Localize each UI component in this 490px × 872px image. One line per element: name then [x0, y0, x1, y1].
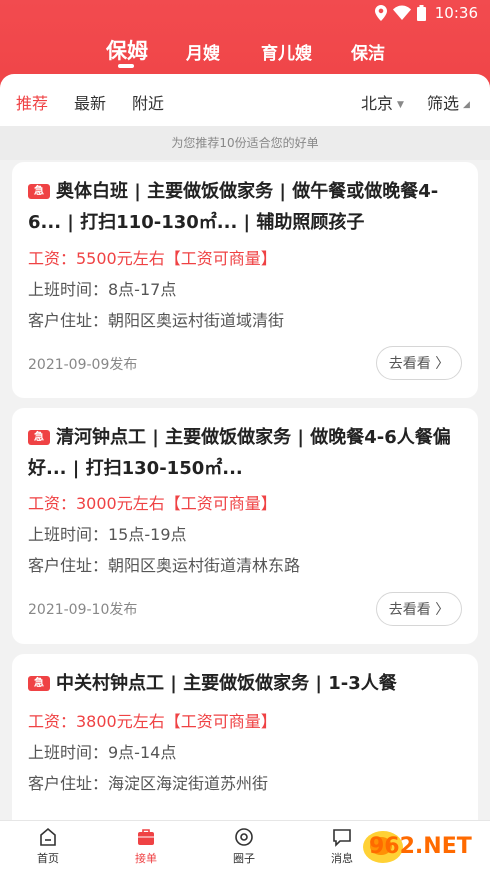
status-bar: 10:36: [0, 0, 490, 28]
recommend-hint: 为您推荐10份适合您的好单: [0, 126, 490, 160]
message-icon: [333, 829, 351, 847]
job-date: 2021-09-10发布: [28, 602, 138, 618]
location-icon: [375, 5, 387, 21]
job-title-text: 奥体白班 | 主要做饭做家务 | 做午餐或做晚餐4-6... | 打扫110-1…: [28, 181, 439, 233]
nav-messages-label: 消息: [331, 852, 353, 865]
job-card[interactable]: 急奥体白班 | 主要做饭做家务 | 做午餐或做晚餐4-6... | 打扫110-…: [12, 162, 478, 398]
tab-nanny[interactable]: 保姆: [106, 35, 148, 65]
home-icon: [40, 827, 56, 846]
city-selector[interactable]: 北京 ▼: [361, 90, 404, 114]
job-title: 急清河钟点工 | 主要做饭做家务 | 做晚餐4-6人餐偏好... | 打扫130…: [28, 422, 468, 484]
city-label: 北京: [361, 94, 394, 113]
nav-home[interactable]: 首页: [8, 827, 88, 866]
urgent-badge: 急: [28, 430, 50, 445]
wifi-icon: [393, 5, 411, 20]
battery-icon: [417, 5, 426, 21]
filter-button[interactable]: 筛选 ◢: [427, 90, 470, 114]
job-title-text: 中关村钟点工 | 主要做饭做家务 | 1-3人餐: [56, 673, 397, 694]
nav-circle[interactable]: 圈子: [204, 827, 284, 866]
urgent-badge: 急: [28, 184, 50, 199]
job-salary: 工资：3800元左右【工资可商量】: [28, 712, 277, 731]
job-hours: 上班时间：8点-17点: [28, 280, 177, 299]
filter-tab-latest[interactable]: 最新: [74, 90, 106, 114]
site-watermark: 962.NET 乐游网: [363, 831, 476, 871]
job-address: 客户住址：海淀区海淀街道苏州街: [28, 774, 269, 793]
corner-triangle-icon: ◢: [463, 99, 470, 110]
active-tab-indicator: [118, 64, 134, 68]
watermark-sub: 乐游网: [437, 856, 476, 871]
job-address: 客户住址：朝阳区奥运村街道域清街: [28, 311, 285, 330]
view-job-button[interactable]: 去看看 〉: [376, 346, 462, 380]
circle-icon: [235, 828, 253, 846]
nav-home-label: 首页: [37, 852, 59, 865]
job-hours: 上班时间：15点-19点: [28, 525, 187, 544]
job-title: 急奥体白班 | 主要做饭做家务 | 做午餐或做晚餐4-6... | 打扫110-…: [28, 176, 468, 238]
category-tabs: 保姆 月嫂 育儿嫂 保洁: [0, 33, 490, 73]
job-date: 2021-09-09发布: [28, 357, 138, 373]
filter-tab-nearby[interactable]: 附近: [132, 90, 164, 114]
job-salary: 工资：3000元左右【工资可商量】: [28, 494, 277, 513]
job-hours: 上班时间：9点-14点: [28, 743, 177, 762]
nav-orders-label: 接单: [135, 852, 157, 865]
filter-tab-recommended[interactable]: 推荐: [16, 90, 48, 114]
tab-maternity-nurse[interactable]: 月嫂: [186, 39, 220, 64]
filter-label: 筛选: [427, 94, 460, 113]
job-title-text: 清河钟点工 | 主要做饭做家务 | 做晚餐4-6人餐偏好... | 打扫130-…: [28, 427, 451, 479]
filter-bar: 推荐 最新 附近 北京 ▼ 筛选 ◢: [0, 74, 490, 126]
job-salary: 工资：5500元左右【工资可商量】: [28, 249, 277, 268]
job-title: 急中关村钟点工 | 主要做饭做家务 | 1-3人餐: [28, 668, 468, 699]
nav-orders[interactable]: 接单: [106, 827, 186, 866]
briefcase-icon: [138, 829, 154, 845]
job-address: 客户住址：朝阳区奥运村街道清林东路: [28, 556, 301, 575]
tab-childcare[interactable]: 育儿嫂: [261, 39, 312, 64]
job-card[interactable]: 急中关村钟点工 | 主要做饭做家务 | 1-3人餐 工资：3800元左右【工资可…: [12, 654, 478, 834]
view-job-button[interactable]: 去看看 〉: [376, 592, 462, 626]
urgent-badge: 急: [28, 676, 50, 691]
caret-down-icon: ▼: [397, 99, 404, 110]
tab-cleaning[interactable]: 保洁: [351, 39, 385, 64]
job-card[interactable]: 急清河钟点工 | 主要做饭做家务 | 做晚餐4-6人餐偏好... | 打扫130…: [12, 408, 478, 644]
nav-circle-label: 圈子: [233, 852, 255, 865]
status-time: 10:36: [434, 4, 478, 22]
status-icons: [375, 5, 426, 21]
